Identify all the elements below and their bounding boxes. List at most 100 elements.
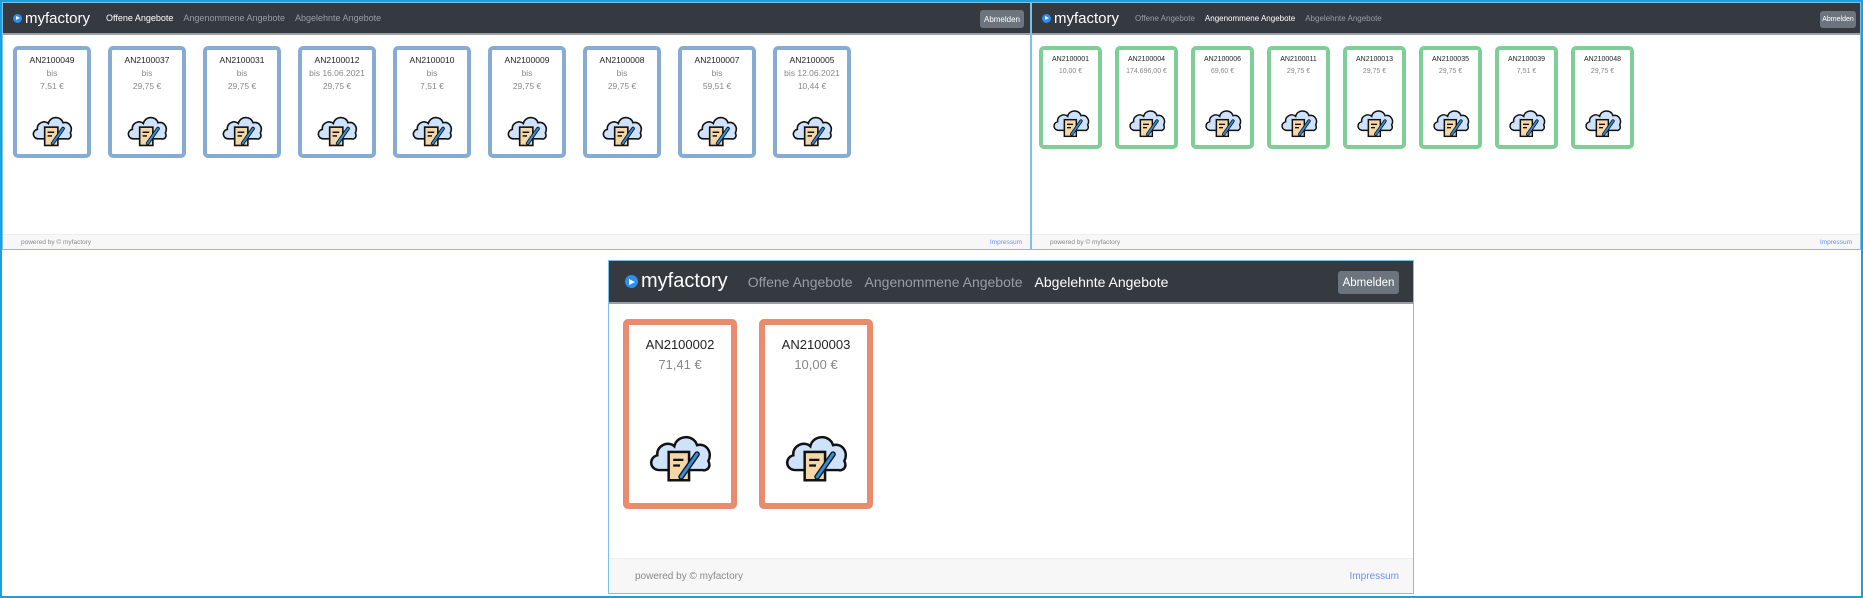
cloud-document-icon xyxy=(792,116,833,146)
offer-card[interactable]: AN2100010 bis 7,51 € xyxy=(393,46,471,158)
offer-number: AN2100001 xyxy=(1052,56,1089,63)
offer-valid-until: bis xyxy=(426,68,438,78)
offer-card[interactable]: AN2100049 bis 7,51 € xyxy=(13,46,91,158)
logout-button[interactable]: Abmelden xyxy=(980,10,1024,28)
nav-accepted-offers[interactable]: Angenommene Angebote xyxy=(183,13,285,23)
offer-number: AN2100008 xyxy=(599,55,645,65)
offer-card[interactable]: AN2100004 174.696,00 € xyxy=(1115,46,1178,149)
offer-card[interactable]: AN2100037 bis 29,75 € xyxy=(108,46,186,158)
nav-accepted-offers[interactable]: Angenommene Angebote xyxy=(865,274,1023,290)
nav-rejected-offers[interactable]: Abgelehnte Angebote xyxy=(1305,14,1382,23)
offer-card[interactable]: AN2100008 bis 29,75 € xyxy=(583,46,661,158)
open-offers-window: myfactory Offene Angebote Angenommene An… xyxy=(2,2,1031,250)
offer-card[interactable]: AN2100002 71,41 € xyxy=(623,319,737,509)
offer-number: AN2100006 xyxy=(1204,56,1241,63)
offer-amount: 7,51 € xyxy=(40,81,64,91)
offer-card[interactable]: AN2100013 29,75 € xyxy=(1343,46,1406,149)
offer-amount: 29,75 € xyxy=(322,81,352,91)
nav-accepted-offers[interactable]: Angenommene Angebote xyxy=(1205,14,1295,23)
logout-button[interactable]: Abmelden xyxy=(1820,11,1856,28)
logout-button[interactable]: Abmelden xyxy=(1338,271,1399,294)
play-icon xyxy=(1042,13,1051,23)
offer-valid-until: bis xyxy=(46,68,58,78)
offer-valid-until: bis 16.06.2021 xyxy=(309,68,365,78)
offer-amount: 174.696,00 € xyxy=(1126,68,1167,75)
cloud-document-icon xyxy=(697,116,738,146)
myfactory-logo[interactable]: myfactory xyxy=(13,10,90,27)
brand-name: myfactory xyxy=(25,9,91,27)
play-icon xyxy=(625,275,638,288)
offer-valid-until: bis xyxy=(141,68,153,78)
offer-valid-until: bis xyxy=(711,68,723,78)
offer-card[interactable]: AN2100006 69,60 € xyxy=(1191,46,1254,149)
offer-valid-until: bis 12.06.2021 xyxy=(784,68,840,78)
navbar: myfactory Offene Angebote Angenommene An… xyxy=(1032,3,1860,35)
nav-open-offers[interactable]: Offene Angebote xyxy=(748,274,853,290)
offer-number: AN2100009 xyxy=(504,55,550,65)
nav-open-offers[interactable]: Offene Angebote xyxy=(106,13,173,23)
offer-valid-until: bis xyxy=(616,68,628,78)
offer-number: AN2100012 xyxy=(314,55,360,65)
navbar: myfactory Offene Angebote Angenommene An… xyxy=(609,261,1413,304)
offer-number: AN2100004 xyxy=(1128,56,1165,63)
play-icon xyxy=(13,13,22,23)
brand-name: myfactory xyxy=(1054,9,1120,27)
offer-number: AN2100031 xyxy=(219,55,265,65)
offer-card[interactable]: AN2100001 10,00 € xyxy=(1039,46,1102,149)
offer-amount: 29,75 € xyxy=(1286,68,1311,75)
cloud-document-icon xyxy=(1432,110,1469,138)
offer-card[interactable]: AN2100031 bis 29,75 € xyxy=(203,46,281,158)
offer-amount: 10,00 € xyxy=(794,357,838,372)
offer-amount: 10,44 € xyxy=(797,81,827,91)
offer-number: AN2100048 xyxy=(1584,56,1621,63)
nav-rejected-offers[interactable]: Abgelehnte Angebote xyxy=(295,13,381,23)
myfactory-logo[interactable]: myfactory xyxy=(625,270,728,293)
navbar: myfactory Offene Angebote Angenommene An… xyxy=(3,3,1030,35)
powered-by-text: powered by © myfactory xyxy=(21,238,92,246)
offer-card-list: AN2100001 10,00 € AN2100004 174.696,00 € AN2… xyxy=(1039,46,1634,149)
offer-card[interactable]: AN2100039 7,51 € xyxy=(1495,46,1558,149)
offer-card[interactable]: AN2100005 bis 12.06.2021 10,44 € xyxy=(773,46,851,158)
offer-number: AN2100002 xyxy=(645,337,715,352)
impressum-link[interactable]: Impressum xyxy=(990,239,1022,246)
offer-amount: 71,41 € xyxy=(658,357,702,372)
cloud-document-icon xyxy=(1204,110,1241,138)
powered-by-text: powered by © myfactory xyxy=(635,570,743,582)
offer-valid-until: bis xyxy=(521,68,533,78)
cloud-document-icon xyxy=(412,116,453,146)
brand-name: myfactory xyxy=(641,270,728,292)
offer-card[interactable]: AN2100012 bis 16.06.2021 29,75 € xyxy=(298,46,376,158)
cloud-document-icon xyxy=(1128,110,1165,138)
myfactory-logo[interactable]: myfactory xyxy=(1042,10,1119,27)
offer-card[interactable]: AN2100003 10,00 € xyxy=(759,319,873,509)
cloud-document-icon xyxy=(1508,110,1545,138)
impressum-link[interactable]: Impressum xyxy=(1350,571,1399,582)
offer-card[interactable]: AN2100007 bis 59,51 € xyxy=(678,46,756,158)
offer-number: AN2100049 xyxy=(29,55,75,65)
cloud-document-icon xyxy=(127,116,168,146)
offer-card[interactable]: AN2100048 29,75 € xyxy=(1571,46,1634,149)
offer-card[interactable]: AN2100009 bis 29,75 € xyxy=(488,46,566,158)
offer-number: AN2100037 xyxy=(124,55,170,65)
offer-number: AN2100010 xyxy=(409,55,455,65)
powered-by-text: powered by © myfactory xyxy=(1050,238,1121,246)
offer-number: AN2100005 xyxy=(789,55,835,65)
offer-card[interactable]: AN2100011 29,75 € xyxy=(1267,46,1330,149)
offer-card[interactable]: AN2100035 29,75 € xyxy=(1419,46,1482,149)
offer-amount: 69,60 € xyxy=(1210,68,1235,75)
offer-number: AN2100011 xyxy=(1280,56,1317,63)
offer-amount: 7,51 € xyxy=(420,81,444,91)
nav-open-offers[interactable]: Offene Angebote xyxy=(1135,14,1195,23)
offer-amount: 59,51 € xyxy=(702,81,732,91)
nav-rejected-offers[interactable]: Abgelehnte Angebote xyxy=(1035,274,1169,290)
impressum-link[interactable]: Impressum xyxy=(1820,239,1852,246)
offer-number: AN2100035 xyxy=(1432,56,1469,63)
cloud-document-icon xyxy=(602,116,643,146)
offer-amount: 29,75 € xyxy=(607,81,637,91)
cloud-document-icon xyxy=(785,436,847,482)
footer: powered by © myfactory Impressum xyxy=(1032,234,1860,249)
footer: powered by © myfactory Impressum xyxy=(3,234,1030,249)
offer-amount: 29,75 € xyxy=(512,81,542,91)
offer-amount: 29,75 € xyxy=(132,81,162,91)
cloud-document-icon xyxy=(32,116,73,146)
